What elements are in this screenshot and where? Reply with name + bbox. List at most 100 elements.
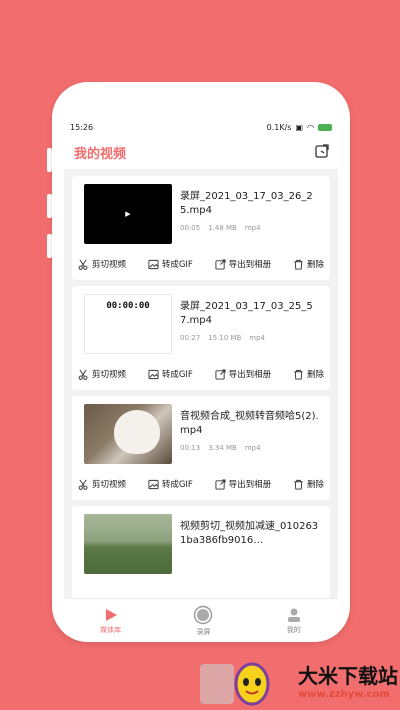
to-gif-button[interactable]: 转成GIF (148, 478, 193, 490)
export-icon (215, 478, 226, 490)
export-album-button[interactable]: 导出到相册 (215, 478, 272, 490)
export-album-button[interactable]: 导出到相册 (215, 258, 272, 270)
video-card[interactable]: 视频剪切_视频加减速_0102631ba386fb9016… (72, 506, 330, 610)
video-thumbnail[interactable] (84, 514, 172, 574)
bottom-tab-bar: 媒体库 录屏 我的 (64, 598, 338, 642)
delete-label: 删除 (306, 370, 324, 380)
thumbnail-timecode: 00:00:00 (106, 301, 150, 311)
export-icon (215, 368, 226, 380)
import-video-button[interactable] (314, 143, 330, 163)
video-meta: 00:27 15.10 MB mp4 (180, 334, 322, 342)
trash-icon (294, 369, 303, 380)
status-icons: 0.1K/s ▣ ◠ (267, 123, 332, 132)
video-list: ▶ 录屏_2021_03_17_03_26_25.mp4 00:05 1.48 … (64, 170, 338, 610)
image-icon (148, 479, 159, 489)
export-icon (215, 258, 226, 270)
cut-label: 剪切视频 (92, 260, 127, 270)
cut-video-button[interactable]: 剪切视频 (78, 478, 126, 490)
export-label: 导出到相册 (228, 480, 272, 490)
cut-video-button[interactable]: 剪切视频 (78, 368, 126, 380)
export-label: 导出到相册 (228, 260, 272, 270)
image-icon (148, 369, 159, 379)
video-card[interactable]: ▶ 录屏_2021_03_17_03_26_25.mp4 00:05 1.48 … (72, 176, 330, 280)
video-size: 15.10 MB (208, 334, 242, 342)
watermark-url: www.zzhyw.com (298, 689, 390, 700)
trash-icon (294, 479, 303, 490)
delete-button[interactable]: 删除 (293, 368, 324, 380)
video-meta: 00:05 1.48 MB mp4 (180, 224, 322, 232)
page: { "status_bar": { "time": "15:26", "spee… (0, 0, 400, 710)
delete-button[interactable]: 删除 (293, 258, 324, 270)
video-format: mp4 (249, 334, 266, 342)
gif-label: 转成GIF (161, 370, 193, 380)
wifi-icon: ◠ (307, 122, 314, 132)
battery-icon (318, 123, 332, 131)
record-icon (194, 605, 213, 624)
phone-frame: 15:26 0.1K/s ▣ ◠ 我的视频 ▶ 录屏_2021_03_17_03… (52, 82, 350, 642)
video-duration: 00:27 (180, 334, 201, 342)
video-duration: 00:13 (180, 444, 201, 452)
watermark-decoration (200, 664, 234, 704)
video-info: 音视频合成_视频转音频哈5(2).mp4 00:13 3.34 MB mp4 (180, 410, 322, 452)
video-card[interactable]: 音视频合成_视频转音频哈5(2).mp4 00:13 3.34 MB mp4 剪… (72, 396, 330, 500)
video-thumbnail[interactable] (84, 404, 172, 464)
video-filename: 视频剪切_视频加减速_0102631ba386fb9016… (180, 521, 319, 546)
video-info: 录屏_2021_03_17_03_25_57.mp4 00:27 15.10 M… (180, 300, 322, 342)
tab-mine[interactable]: 我的 (286, 607, 302, 635)
cut-label: 剪切视频 (92, 370, 127, 380)
delete-button[interactable]: 删除 (293, 478, 324, 490)
user-icon (287, 608, 300, 622)
export-album-button[interactable]: 导出到相册 (215, 368, 272, 380)
video-thumbnail[interactable]: 00:00:00 (84, 294, 172, 354)
app-screen: 15:26 0.1K/s ▣ ◠ 我的视频 ▶ 录屏_2021_03_17_03… (64, 118, 338, 642)
page-title: 我的视频 (74, 147, 127, 162)
status-bar: 15:26 0.1K/s ▣ ◠ (64, 118, 338, 136)
to-gif-button[interactable]: 转成GIF (148, 368, 193, 380)
dog-image (114, 410, 160, 454)
video-size: 3.34 MB (208, 444, 237, 452)
video-meta: 00:13 3.34 MB mp4 (180, 444, 322, 452)
egg-mascot-logo (234, 662, 270, 706)
delete-label: 删除 (306, 260, 324, 270)
watermark-brand: 大米下载站 www.zzhyw.com (298, 660, 398, 700)
video-filename: 音视频合成_视频转音频哈5(2).mp4 (180, 411, 319, 436)
app-header: 我的视频 (64, 136, 338, 170)
delete-label: 删除 (306, 480, 324, 490)
video-format: mp4 (244, 224, 261, 232)
video-size: 1.48 MB (208, 224, 237, 232)
video-filename: 录屏_2021_03_17_03_26_25.mp4 (180, 191, 313, 216)
scissors-icon (78, 259, 88, 270)
cut-label: 剪切视频 (92, 480, 127, 490)
video-card[interactable]: 00:00:00 录屏_2021_03_17_03_25_57.mp4 00:2… (72, 286, 330, 390)
image-icon (148, 259, 159, 269)
video-thumbnail[interactable]: ▶ (84, 184, 172, 244)
export-label: 导出到相册 (228, 370, 272, 380)
scissors-icon (78, 479, 88, 490)
tab-label: 我的 (286, 625, 301, 634)
gif-label: 转成GIF (161, 260, 193, 270)
network-speed: 0.1K/s (266, 122, 292, 132)
video-actions: 剪切视频 转成GIF 导出到相册 删除 (78, 256, 324, 272)
to-gif-button[interactable]: 转成GIF (148, 258, 193, 270)
import-icon (315, 143, 329, 158)
cut-video-button[interactable]: 剪切视频 (78, 258, 126, 270)
play-icon (105, 608, 117, 621)
video-info: 视频剪切_视频加减速_0102631ba386fb9016… (180, 520, 322, 548)
play-icon: ▶ (125, 210, 131, 218)
trash-icon (294, 259, 303, 270)
video-info: 录屏_2021_03_17_03_26_25.mp4 00:05 1.48 MB… (180, 190, 322, 232)
tab-record[interactable]: 录屏 (193, 605, 213, 637)
video-actions: 剪切视频 转成GIF 导出到相册 删除 (78, 476, 324, 492)
watermark-title: 大米下载站 (298, 664, 398, 688)
sim-icon: ▣ (295, 122, 304, 132)
video-duration: 00:05 (180, 224, 201, 232)
tab-label: 媒体库 (100, 625, 122, 634)
video-filename: 录屏_2021_03_17_03_25_57.mp4 (180, 301, 313, 326)
gif-label: 转成GIF (161, 480, 193, 490)
video-format: mp4 (244, 444, 261, 452)
tab-media-library[interactable]: 媒体库 (100, 607, 121, 635)
status-time: 15:26 (70, 122, 94, 132)
tab-label: 录屏 (196, 627, 211, 636)
video-actions: 剪切视频 转成GIF 导出到相册 删除 (78, 366, 324, 382)
scissors-icon (78, 369, 88, 380)
